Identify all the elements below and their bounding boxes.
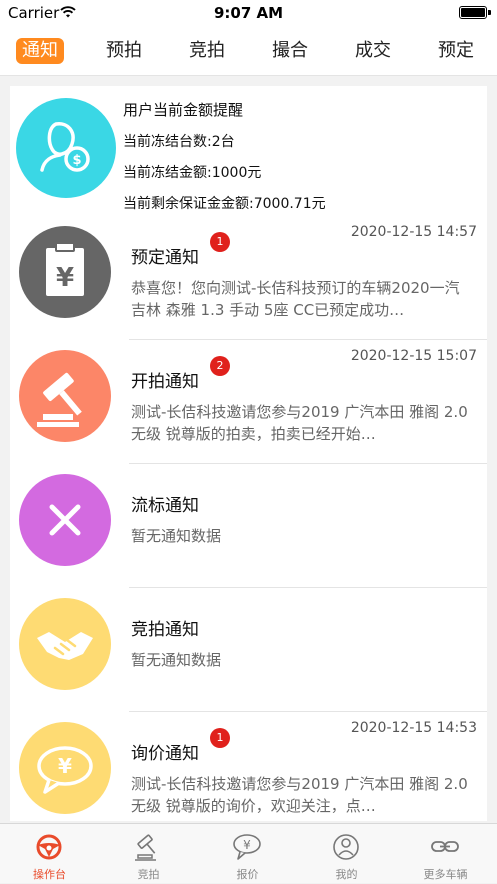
tabbar-item-bidding[interactable]: 竞拍 bbox=[99, 824, 198, 884]
notice-desc: 暂无通知数据 bbox=[131, 527, 222, 545]
tabbar-label: 更多车辆 bbox=[423, 868, 468, 881]
svg-text:$: $ bbox=[72, 153, 81, 168]
notice-desc: 测试-长佶科技邀请您参与2019 广汽本田 雅阁 2.0 无级 锐尊版的询价，欢… bbox=[131, 775, 468, 815]
bottom-tab-bar: 操作台 竞拍 ¥ 报价 我的 更多车辆 bbox=[0, 823, 497, 883]
gavel-icon bbox=[135, 834, 156, 861]
yen-bubble-icon: ¥ bbox=[233, 834, 261, 860]
notice-time: 2020-12-15 14:57 bbox=[350, 224, 477, 240]
svg-text:¥: ¥ bbox=[56, 263, 74, 293]
tabbar-item-quote[interactable]: ¥ 报价 bbox=[198, 824, 297, 884]
notice-item-auction-start[interactable]: 开拍通知 2 2020-12-15 15:07 测试-长佶科技邀请您参与2019… bbox=[10, 340, 487, 464]
speech-yen-icon: ¥ bbox=[19, 722, 111, 814]
steering-wheel-icon bbox=[36, 834, 62, 860]
notice-desc: 恭喜您！您向测试-长佶科技预订的车辆2020一汽吉林 森雅 1.3 手动 5座 … bbox=[131, 279, 460, 319]
unread-badge: 1 bbox=[210, 232, 230, 252]
notice-item-bidding[interactable]: 竞拍通知 暂无通知数据 bbox=[10, 588, 487, 712]
status-bar: Carrier 9:07 AM bbox=[0, 0, 497, 26]
notice-item-inquiry[interactable]: ¥ 询价通知 1 2020-12-15 14:53 测试-长佶科技邀请您参与20… bbox=[10, 712, 487, 821]
frozen-count: 当前冻结台数:2台 bbox=[123, 134, 235, 150]
notice-desc: 测试-长佶科技邀请您参与2019 广汽本田 雅阁 2.0 无级 锐尊版的拍卖，拍… bbox=[131, 403, 468, 443]
tab-notice[interactable]: 通知 bbox=[16, 38, 64, 64]
notice-item-failed-auction[interactable]: 流标通知 暂无通知数据 bbox=[10, 464, 487, 588]
notice-time: 2020-12-15 14:53 bbox=[350, 720, 477, 736]
remaining-deposit: 当前剩余保证金金额:7000.71元 bbox=[123, 196, 326, 212]
handshake-icon bbox=[19, 598, 111, 690]
tabbar-item-mine[interactable]: 我的 bbox=[297, 824, 396, 884]
notice-title: 预定通知 bbox=[131, 248, 199, 268]
gavel-icon bbox=[19, 350, 111, 442]
tab-pre-auction[interactable]: 预拍 bbox=[106, 38, 142, 64]
battery-icon bbox=[459, 6, 491, 19]
clock: 9:07 AM bbox=[213, 4, 284, 22]
tab-bidding[interactable]: 竞拍 bbox=[189, 38, 225, 64]
tabbar-item-more-vehicles[interactable]: 更多车辆 bbox=[396, 824, 495, 884]
close-x-icon bbox=[19, 474, 111, 566]
reminder-title: 用户当前金额提醒 bbox=[123, 101, 244, 119]
tab-matching[interactable]: 撮合 bbox=[272, 38, 308, 64]
notice-title: 开拍通知 bbox=[131, 372, 199, 392]
notice-item-reservation[interactable]: ¥ 预定通知 1 2020-12-15 14:57 恭喜您！您向测试-长佶科技预… bbox=[10, 216, 487, 340]
clipboard-yen-icon: ¥ bbox=[19, 226, 111, 318]
notice-list: $ 用户当前金额提醒 当前冻结台数:2台 当前冻结金额:1000元 当前剩余保证… bbox=[10, 86, 487, 821]
tabbar-label: 竞拍 bbox=[137, 868, 160, 881]
tab-reservation[interactable]: 预定 bbox=[438, 38, 474, 64]
tabbar-item-console[interactable]: 操作台 bbox=[0, 824, 99, 884]
notice-title: 竞拍通知 bbox=[131, 620, 199, 640]
balance-reminder: $ 用户当前金额提醒 当前冻结台数:2台 当前冻结金额:1000元 当前剩余保证… bbox=[10, 86, 487, 216]
svg-text:¥: ¥ bbox=[243, 838, 251, 852]
unread-badge: 1 bbox=[210, 728, 230, 748]
category-tabs: 通知 预拍 竞拍 撮合 成交 预定 bbox=[0, 26, 497, 76]
tabbar-label: 操作台 bbox=[33, 868, 66, 881]
unread-badge: 2 bbox=[210, 356, 230, 376]
notice-time: 2020-12-15 15:07 bbox=[350, 348, 477, 364]
tabbar-label: 我的 bbox=[335, 868, 358, 881]
tab-deal[interactable]: 成交 bbox=[355, 38, 391, 64]
link-icon bbox=[431, 841, 459, 852]
notice-desc: 暂无通知数据 bbox=[131, 651, 222, 669]
user-icon bbox=[333, 834, 359, 860]
notice-title: 询价通知 bbox=[131, 744, 199, 764]
frozen-amount: 当前冻结金额:1000元 bbox=[123, 165, 262, 181]
tabbar-label: 报价 bbox=[236, 868, 259, 881]
notice-title: 流标通知 bbox=[131, 496, 199, 516]
svg-text:¥: ¥ bbox=[58, 754, 72, 778]
user-money-icon: $ bbox=[16, 98, 116, 198]
